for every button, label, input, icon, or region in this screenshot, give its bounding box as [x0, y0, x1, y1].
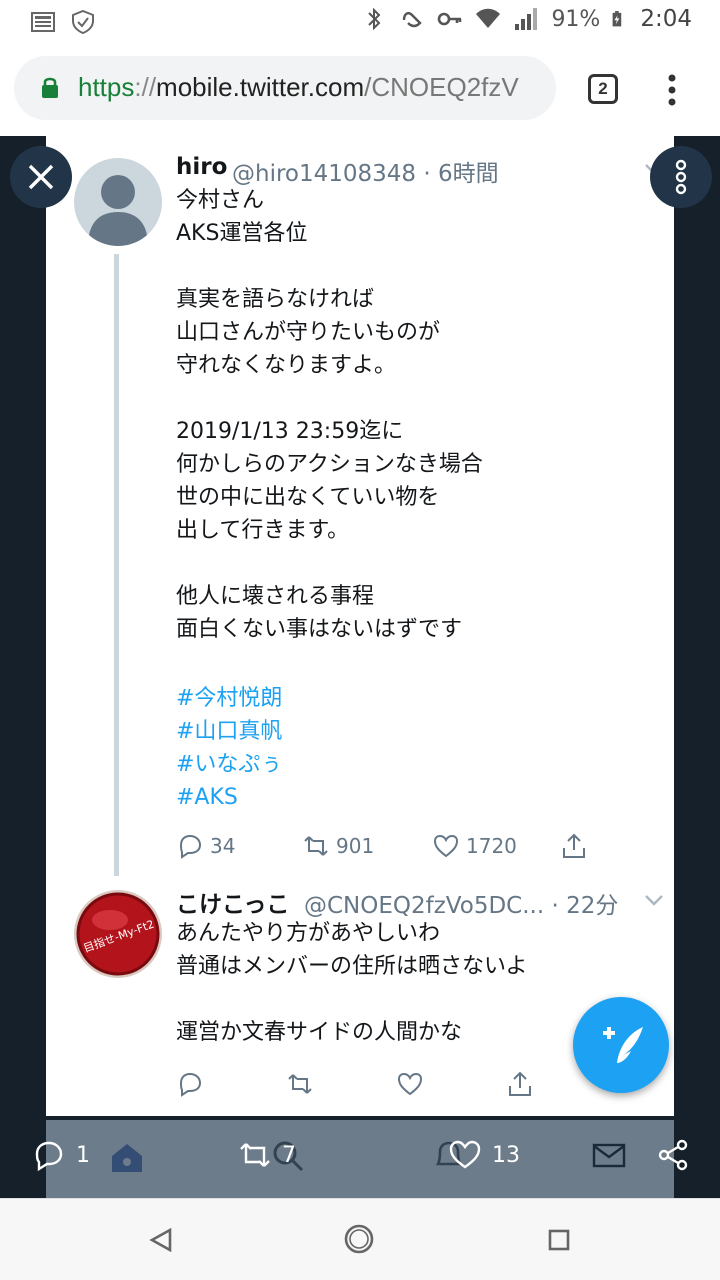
lock-icon — [42, 77, 58, 98]
browser-menu-icon[interactable] — [664, 74, 680, 106]
like-button[interactable]: 1720 — [432, 832, 517, 860]
reply-count: 34 — [210, 834, 236, 858]
profile-photo: 目指せ-My-Ft2 — [76, 892, 160, 976]
reply-icon — [179, 834, 202, 859]
retweet-button[interactable]: 901 — [302, 832, 374, 860]
heart-icon — [397, 1072, 423, 1096]
bottom-retweet-count: 7 — [282, 1142, 296, 1168]
hashtag-link[interactable]: #AKS — [176, 781, 238, 814]
shield-check-icon — [72, 9, 94, 35]
author-handle[interactable]: @hiro14108348 · 6時間 — [232, 154, 499, 188]
system-navigation-bar — [0, 1198, 720, 1280]
home-nav-icon[interactable] — [343, 1223, 375, 1255]
tweet-text: あんたやり方があやしいわ 普通はメンバーの住所は晒さないよ 運営か文春サイドの人… — [176, 921, 528, 1045]
like-button[interactable] — [396, 1070, 424, 1098]
share-button[interactable] — [506, 1070, 534, 1098]
nfc-icon — [403, 12, 423, 28]
bottom-reply-count: 1 — [76, 1142, 90, 1168]
retweet-icon — [304, 836, 328, 856]
heart-icon — [449, 1140, 481, 1169]
like-count: 1720 — [466, 834, 517, 858]
wifi-icon — [476, 8, 501, 28]
more-options-button[interactable] — [650, 146, 712, 208]
hashtag-link[interactable]: #山口真帆 — [176, 715, 282, 748]
author-handle[interactable]: @CNOEQ2fzVo5DC... · 22分 — [304, 886, 618, 920]
tab-switcher-button[interactable]: 2 — [588, 74, 618, 104]
key-icon — [438, 12, 462, 26]
share-icon — [563, 833, 585, 858]
recents-icon[interactable] — [548, 1229, 570, 1251]
battery-percent: 91% — [551, 6, 601, 32]
bluetooth-icon — [368, 7, 381, 31]
status-bar: 91% 2:04 — [0, 0, 720, 44]
battery-charging-icon — [612, 11, 622, 27]
direct-message-button[interactable] — [592, 1138, 626, 1172]
mail-icon — [592, 1143, 626, 1168]
heart-icon — [433, 834, 459, 858]
more-vertical-icon — [675, 159, 687, 195]
avatar[interactable]: 目指せ-My-Ft2 — [74, 890, 162, 978]
retweet-icon — [240, 1143, 270, 1167]
address-bar[interactable]: https://mobile.twitter.com/CNOEQ2fzV — [14, 56, 556, 120]
compose-quill-icon — [603, 1027, 643, 1063]
avatar[interactable] — [74, 158, 162, 246]
bottom-reply-button[interactable]: 1 — [32, 1138, 90, 1172]
default-avatar-icon — [88, 175, 148, 246]
clock: 2:04 — [640, 6, 692, 32]
compose-tweet-button[interactable] — [573, 997, 669, 1093]
author-name[interactable]: hiro — [176, 154, 227, 180]
share-icon — [509, 1071, 531, 1096]
hashtag-link[interactable]: #いなぷぅ — [176, 748, 282, 781]
home-icon — [112, 1144, 142, 1172]
retweet-icon — [288, 1074, 312, 1094]
bottom-like-count: 13 — [492, 1142, 520, 1168]
bottom-like-button[interactable]: 13 — [448, 1138, 520, 1172]
thread-line — [114, 254, 119, 876]
signal-icon — [515, 8, 538, 30]
hashtag-link[interactable]: #今村悦朗 — [176, 682, 282, 715]
url-text: https://mobile.twitter.com/CNOEQ2fzV — [78, 72, 519, 102]
chevron-down-icon[interactable] — [644, 893, 664, 907]
browser-toolbar: https://mobile.twitter.com/CNOEQ2fzV 2 — [0, 44, 720, 136]
reply-icon — [179, 1072, 202, 1097]
reply-button[interactable]: 34 — [176, 832, 235, 860]
close-icon — [28, 164, 54, 190]
reply-icon — [35, 1141, 63, 1172]
share-button[interactable] — [560, 832, 588, 860]
retweet-button[interactable] — [286, 1070, 314, 1098]
back-icon[interactable] — [148, 1227, 174, 1253]
retweet-count: 901 — [336, 834, 375, 858]
close-button[interactable] — [10, 146, 72, 208]
author-name[interactable]: こけこっこ — [176, 885, 289, 919]
news-icon — [31, 12, 55, 32]
tweet-text: 今村さん AKS運営各位 真実を語らなければ 山口さんが守りたいものが 守れなく… — [176, 188, 483, 642]
reply-button[interactable] — [176, 1070, 204, 1098]
share-nodes-icon — [658, 1139, 688, 1171]
bottom-retweet-button[interactable]: 7 — [238, 1138, 296, 1172]
bottom-share-button[interactable] — [656, 1138, 690, 1172]
